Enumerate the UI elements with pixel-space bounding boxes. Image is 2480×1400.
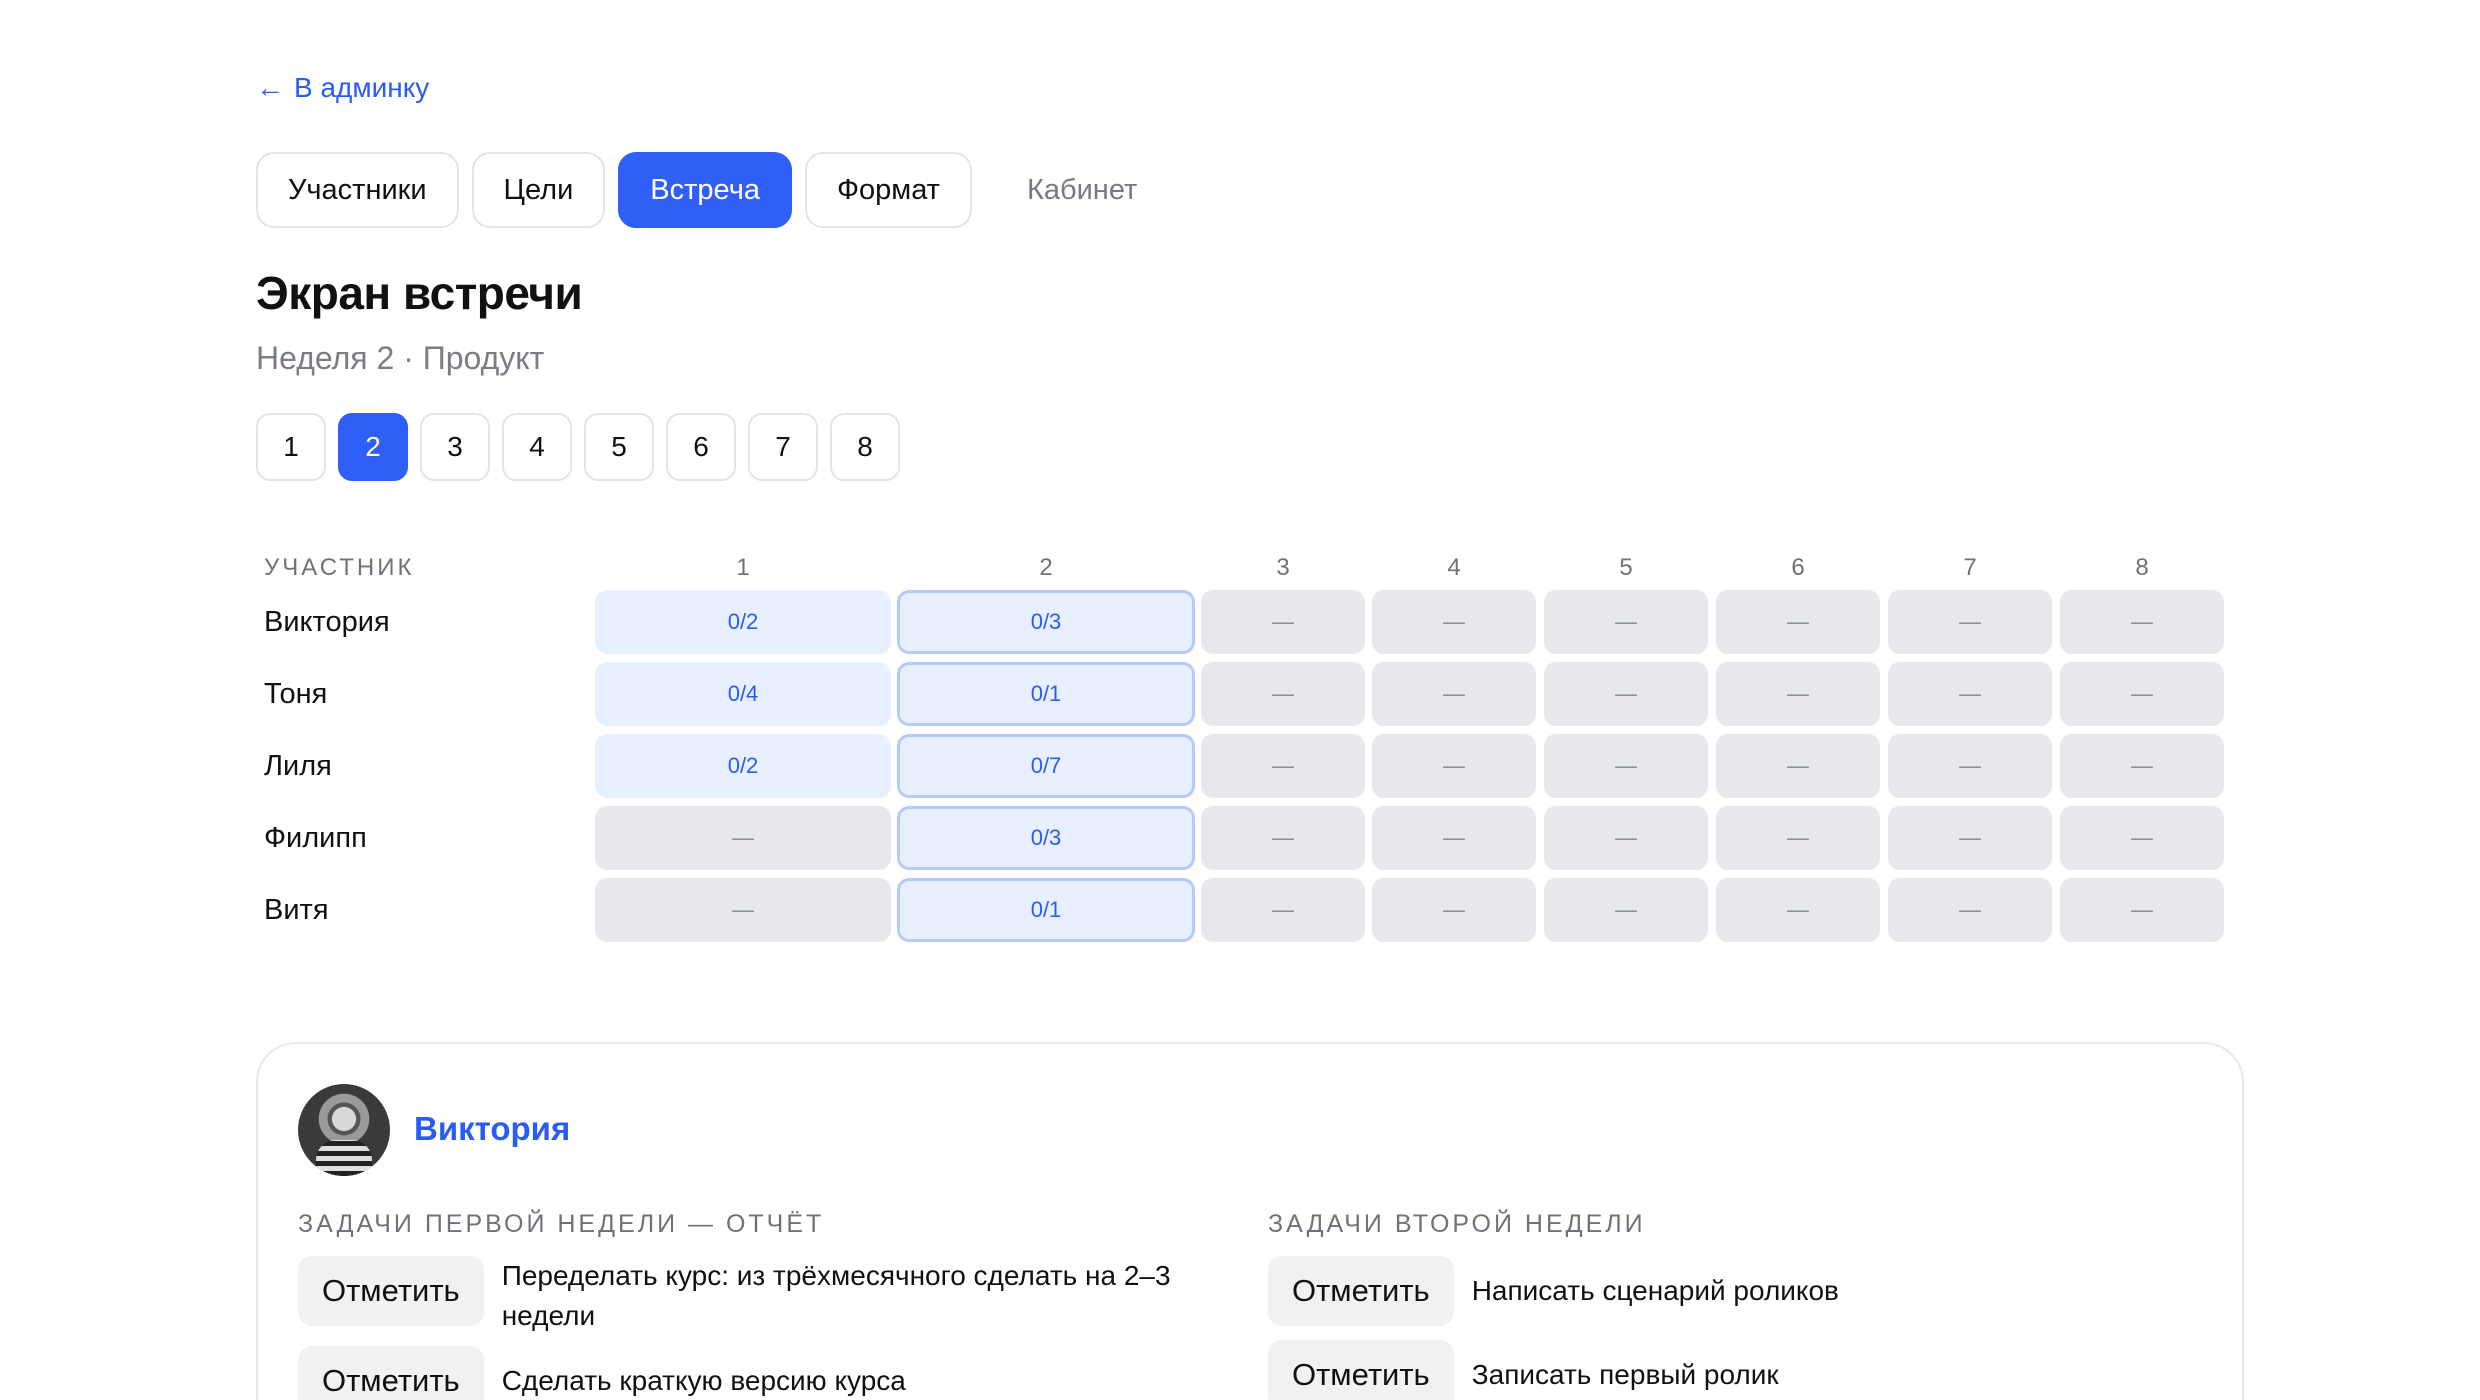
mark-button[interactable]: Отметить (1268, 1256, 1454, 1326)
grid-cell[interactable]: — (1888, 734, 2052, 798)
week-button-5[interactable]: 5 (584, 413, 654, 481)
week-selector: 1 2 3 4 5 6 7 8 (256, 413, 900, 481)
participant-column-header: УЧАСТНИК (264, 554, 415, 581)
grid-cell[interactable]: 0/1 (897, 878, 1195, 942)
grid-cell[interactable]: 0/3 (897, 590, 1195, 654)
grid-cell[interactable]: — (2060, 662, 2224, 726)
tab-meeting[interactable]: Встреча (618, 152, 792, 228)
grid-row: Витя —0/1— — — — — — (256, 878, 2226, 950)
task-text: Написать сценарий роликов (1471, 1275, 1839, 1306)
grid-cell[interactable]: — (1544, 878, 1708, 942)
grid-cell[interactable]: 0/7 (897, 734, 1195, 798)
grid-cell[interactable]: — (1888, 878, 2052, 942)
week-column-header: 1 (736, 554, 750, 581)
tab-participants[interactable]: Участники (256, 152, 459, 228)
week-button-4[interactable]: 4 (502, 413, 572, 481)
grid-rows: Виктория 0/2 0/3— — — — — — Тоня 0/4 0/1— — — — — — Лиля… (256, 590, 2226, 950)
week-column-header: 5 (1619, 554, 1633, 581)
participant-name[interactable]: Тоня (264, 662, 327, 726)
week-button-3[interactable]: 3 (420, 413, 490, 481)
week-button-2[interactable]: 2 (338, 413, 408, 481)
grid-row: Филипп —0/3— — — — — — (256, 806, 2226, 878)
progress-grid: УЧАСТНИК 12345678 Виктория 0/2 0/3— — — — — — То… (256, 548, 2226, 950)
grid-cell[interactable]: — (1888, 662, 2052, 726)
back-link-label: В админку (294, 72, 430, 103)
grid-cell[interactable]: — (1716, 806, 1880, 870)
week-column-header: 7 (1963, 554, 1977, 581)
tab-format[interactable]: Формат (804, 152, 972, 228)
task-text: Сделать краткую версию курса (501, 1365, 906, 1396)
grid-cell[interactable]: — (1372, 734, 1536, 798)
week-column-header: 8 (2135, 554, 2149, 581)
participant-name[interactable]: Филипп (264, 806, 367, 870)
grid-header: УЧАСТНИК 1 2 3 4 5 6 7 8 (256, 548, 2226, 590)
week-column-header: 2 (1039, 554, 1053, 581)
tab-goals[interactable]: Цели (471, 152, 606, 228)
grid-cell[interactable]: 0/2 (595, 590, 891, 654)
grid-cell[interactable]: 0/4 (595, 662, 891, 726)
mark-button[interactable]: Отметить (298, 1256, 484, 1326)
participant-name-link[interactable]: Виктория (414, 1110, 570, 1148)
grid-cell[interactable]: — (1201, 878, 1365, 942)
page-subtitle: Неделя 2 · Продукт (256, 340, 545, 376)
grid-cell[interactable]: — (1544, 662, 1708, 726)
grid-cell[interactable]: — (1544, 806, 1708, 870)
grid-cell[interactable]: — (1716, 878, 1880, 942)
grid-cell[interactable]: — (1201, 662, 1365, 726)
participant-name[interactable]: Витя (264, 878, 329, 942)
grid-cell[interactable]: — (1716, 590, 1880, 654)
grid-cell[interactable]: — (595, 878, 891, 942)
grid-cell[interactable]: — (2060, 878, 2224, 942)
tabs-bar: Участники Цели Встреча Формат Кабинет (256, 152, 1179, 228)
week1-tasks-header: ЗАДАЧИ ПЕРВОЙ НЕДЕЛИ — ОТЧЁТ (298, 1210, 825, 1238)
page-title: Экран встречи (256, 267, 583, 319)
grid-cell[interactable]: — (1544, 590, 1708, 654)
week1-task-2: Отметить Сделать краткую версию курса (298, 1346, 1228, 1400)
grid-cell[interactable]: — (2060, 806, 2224, 870)
grid-cell[interactable]: 0/1 (897, 662, 1195, 726)
avatar (298, 1084, 390, 1176)
week-button-6[interactable]: 6 (666, 413, 736, 481)
mark-button[interactable]: Отметить (1268, 1340, 1454, 1400)
participant-name[interactable]: Виктория (264, 590, 390, 654)
grid-cell[interactable]: — (1201, 734, 1365, 798)
week-column-header: 4 (1447, 554, 1461, 581)
week2-tasks-header: ЗАДАЧИ ВТОРОЙ НЕДЕЛИ (1268, 1210, 1646, 1238)
arrow-left-icon: ← (256, 72, 284, 103)
grid-cell[interactable]: — (1888, 806, 2052, 870)
week-button-7[interactable]: 7 (748, 413, 818, 481)
grid-cell[interactable]: 0/2 (595, 734, 891, 798)
task-text: Записать первый ролик (1471, 1359, 1779, 1390)
grid-cell[interactable]: — (1372, 590, 1536, 654)
grid-cell[interactable]: — (1716, 662, 1880, 726)
grid-cell[interactable]: — (1372, 662, 1536, 726)
week-column-header: 6 (1791, 554, 1805, 581)
grid-cell[interactable]: — (1544, 734, 1708, 798)
grid-cell[interactable]: — (1888, 590, 2052, 654)
grid-row: Тоня 0/4 0/1— — — — — — (256, 662, 2226, 734)
grid-cell[interactable]: — (1201, 806, 1365, 870)
grid-cell[interactable]: — (1372, 806, 1536, 870)
task-text: Переделать курс: из трёхмесячного сделат… (501, 1260, 1171, 1331)
participant-card: Виктория ЗАДАЧИ ПЕРВОЙ НЕДЕЛИ — ОТЧЁТ ЗА… (256, 1042, 2244, 1400)
grid-cell[interactable]: — (2060, 590, 2224, 654)
grid-cell[interactable]: — (1201, 590, 1365, 654)
grid-cell[interactable]: — (1372, 878, 1536, 942)
participant-name[interactable]: Лиля (264, 734, 332, 798)
week2-task-1: Отметить Написать сценарий роликов (1268, 1256, 2168, 1326)
week-button-1[interactable]: 1 (256, 413, 326, 481)
grid-row: Лиля 0/2 0/7— — — — — — (256, 734, 2226, 806)
week1-task-1: Отметить Переделать курс: из трёхмесячно… (298, 1256, 1228, 1336)
grid-cell[interactable]: — (2060, 734, 2224, 798)
tab-cabinet[interactable]: Кабинет (985, 152, 1179, 228)
mark-button[interactable]: Отметить (298, 1346, 484, 1400)
grid-cell[interactable]: — (1716, 734, 1880, 798)
grid-cell[interactable]: 0/3 (897, 806, 1195, 870)
week-button-8[interactable]: 8 (830, 413, 900, 481)
week2-task-2: Отметить Записать первый ролик (1268, 1340, 2168, 1400)
back-to-admin-link[interactable]: ← В админку (256, 72, 429, 104)
week-column-header: 3 (1276, 554, 1290, 581)
grid-cell[interactable]: — (595, 806, 891, 870)
grid-row: Виктория 0/2 0/3— — — — — — (256, 590, 2226, 662)
